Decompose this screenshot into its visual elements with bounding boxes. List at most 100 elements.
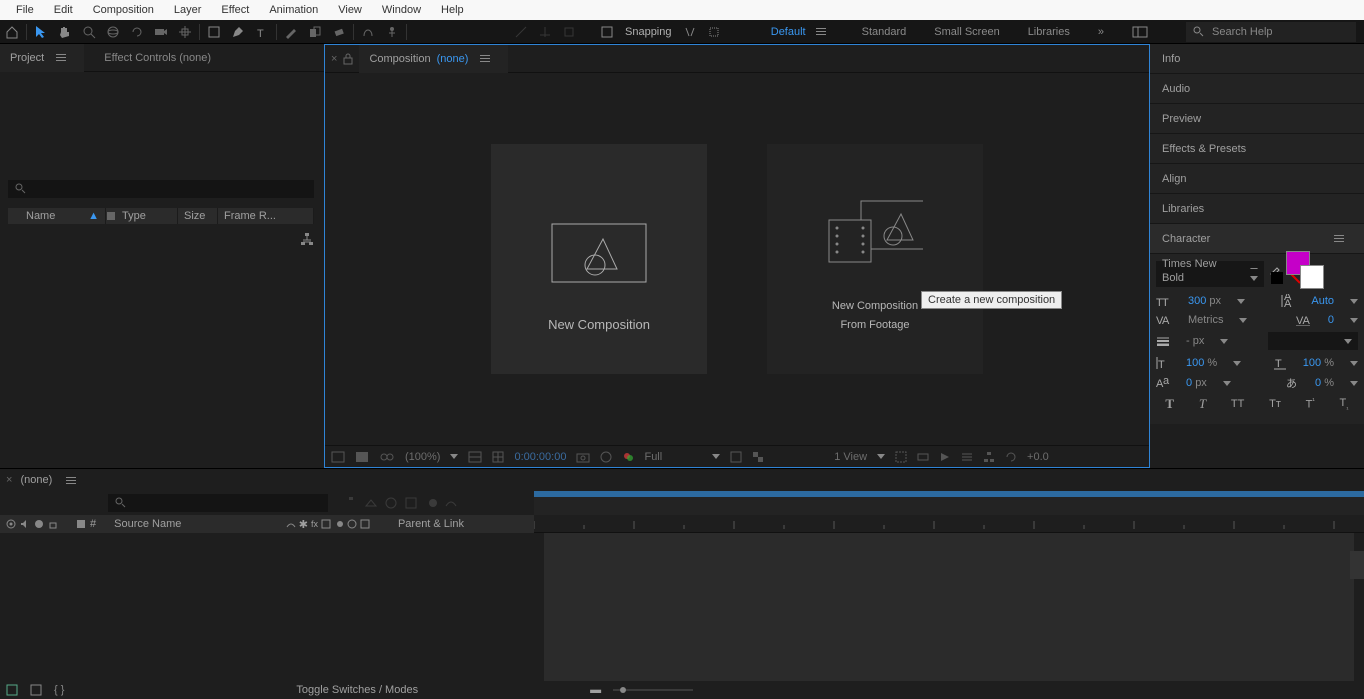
timeline-ruler[interactable] [534,491,1364,515]
graph-editor-icon[interactable] [444,496,458,510]
footer-render-icon[interactable] [30,684,42,696]
menu-file[interactable]: File [6,0,44,20]
world-axis-icon[interactable] [533,20,557,44]
character-menu-icon[interactable] [1334,235,1352,242]
anchor-tool-icon[interactable] [173,20,197,44]
workspace-standard[interactable]: Standard [862,26,907,38]
puppet-tool-icon[interactable] [380,20,404,44]
exposure-value[interactable]: +0.0 [1027,451,1049,463]
project-tab[interactable]: Project [0,44,84,72]
workspace-libraries[interactable]: Libraries [1028,26,1070,38]
footer-brackets-icon[interactable]: { } [54,684,64,696]
toggle-switches-modes[interactable]: Toggle Switches / Modes [296,684,418,696]
leading-value[interactable]: Auto [1311,295,1334,307]
timecode[interactable]: 0:00:00:00 [514,451,566,463]
snap-align-icon[interactable] [702,20,726,44]
panel-preview[interactable]: Preview [1150,104,1364,134]
col-type[interactable]: Type [116,208,178,224]
rotation-tool-icon[interactable] [125,20,149,44]
vscale-value[interactable]: 100 % [1186,357,1217,369]
shape-tool-icon[interactable] [202,20,226,44]
clone-tool-icon[interactable] [303,20,327,44]
composition-tab[interactable]: Composition (none) [359,45,508,73]
kerning-value[interactable]: Metrics [1188,314,1223,326]
hscale-dropdown-icon[interactable] [1350,361,1358,366]
label-col-icon[interactable] [76,519,86,529]
faux-bold-icon[interactable]: T [1165,396,1174,412]
menu-view[interactable]: View [328,0,372,20]
source-name-col[interactable]: Source Name [114,518,181,530]
toggle-alpha-icon[interactable] [331,451,345,463]
menu-layer[interactable]: Layer [164,0,212,20]
orbit-tool-icon[interactable] [101,20,125,44]
resolution-dropdown-icon[interactable] [712,454,720,459]
comp-mini-flowchart-icon[interactable] [344,496,358,510]
col-size[interactable]: Size [178,208,218,224]
close-tab-icon[interactable]: × [325,53,343,65]
solo-toggle-icon[interactable] [34,519,44,529]
camera-tool-icon[interactable] [149,20,173,44]
res-half-icon[interactable] [468,451,482,463]
goggles-icon[interactable] [379,452,395,462]
timeline-close-icon[interactable]: × [6,474,12,486]
resolution-dropdown[interactable]: Full [644,451,662,463]
fast-preview-icon[interactable] [939,451,951,463]
text-tool-icon[interactable]: T [250,20,274,44]
hide-shy-icon[interactable] [384,496,398,510]
pen-tool-icon[interactable] [226,20,250,44]
font-size-dropdown-icon[interactable] [1237,299,1245,304]
snap-magnet-icon[interactable] [678,20,702,44]
tsume-value[interactable]: 0 % [1315,377,1334,389]
menu-edit[interactable]: Edit [44,0,83,20]
view-axis-icon[interactable] [557,20,581,44]
timeline-search-input[interactable] [108,494,328,512]
timeline-icon[interactable] [961,451,973,463]
baseline-value[interactable]: 0 px [1186,377,1207,389]
menu-help[interactable]: Help [431,0,474,20]
workspace-reset-icon[interactable] [1132,26,1148,38]
tsume-dropdown-icon[interactable] [1350,381,1358,386]
small-caps-icon[interactable]: Tᴛ [1269,398,1281,410]
font-size-value[interactable]: 300 px [1188,295,1221,307]
eraser-tool-icon[interactable] [327,20,351,44]
effect-controls-tab[interactable]: Effect Controls (none) [104,52,211,64]
font-style-select[interactable]: Bold [1156,269,1264,287]
footer-expand-icon[interactable] [6,684,18,696]
parent-col[interactable]: Parent & Link [398,518,464,530]
local-axis-icon[interactable] [509,20,533,44]
zoom-out-icon[interactable]: ▬ [590,684,601,696]
search-help-input[interactable]: Search Help [1186,22,1356,42]
audio-toggle-icon[interactable] [20,519,30,529]
share-view-icon[interactable] [895,451,907,463]
workspace-small-screen[interactable]: Small Screen [934,26,999,38]
no-fill-icon[interactable] [1270,271,1284,285]
color-mgmt-icon[interactable] [622,451,634,463]
grid-icon[interactable] [492,451,504,463]
menu-composition[interactable]: Composition [83,0,164,20]
tracking-value[interactable]: 0 [1328,314,1334,326]
zoom-dropdown-icon[interactable] [450,454,458,459]
panel-character[interactable]: Character [1150,224,1364,254]
panel-snap-handle[interactable] [1350,551,1364,579]
superscript-icon[interactable]: T¹ [1306,398,1315,411]
new-comp-from-footage-card[interactable]: New CompositionFrom Footage [767,144,983,374]
panel-effects-presets[interactable]: Effects & Presets [1150,134,1364,164]
workspace-default[interactable]: Default [771,26,806,38]
vscale-dropdown-icon[interactable] [1233,361,1241,366]
panel-audio[interactable]: Audio [1150,74,1364,104]
composition-tab-menu-icon[interactable] [480,55,498,62]
kerning-dropdown-icon[interactable] [1239,318,1247,323]
menu-window[interactable]: Window [372,0,431,20]
flowchart-icon[interactable] [300,232,314,246]
new-composition-card[interactable]: New Composition [491,144,707,374]
flowchart-view-icon[interactable] [983,451,995,463]
project-search-input[interactable] [8,180,314,198]
reset-exposure-icon[interactable] [1005,451,1017,463]
panel-align[interactable]: Align [1150,164,1364,194]
toggle-mask-icon[interactable] [355,451,369,463]
motion-blur-icon[interactable] [424,496,438,510]
leading-dropdown-icon[interactable] [1350,299,1358,304]
draft3d-icon[interactable] [364,496,378,510]
panel-libraries[interactable]: Libraries [1150,194,1364,224]
transparency-icon[interactable] [752,451,764,463]
